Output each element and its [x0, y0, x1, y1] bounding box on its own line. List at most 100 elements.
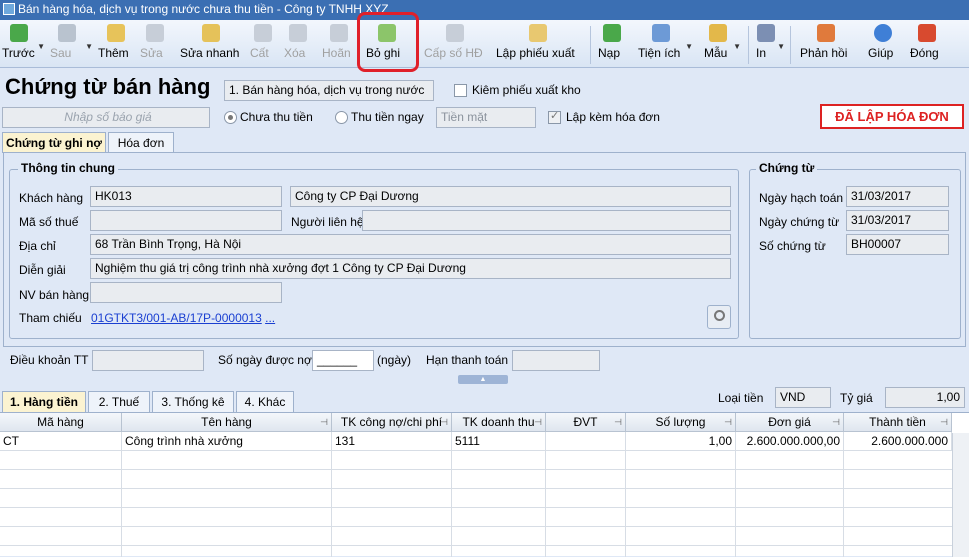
tab-statistics[interactable]: 3. Thống kê	[152, 391, 234, 412]
credit-days-input[interactable]: ______	[312, 350, 374, 371]
customer-code-input[interactable]: HK013	[90, 186, 282, 207]
pin-icon[interactable]: ⊣	[724, 413, 732, 431]
with-invoice-checkbox[interactable]: ✓	[548, 110, 561, 124]
column-header[interactable]: TK doanh thu ⊣	[452, 413, 546, 432]
tab-tax[interactable]: 2. Thuế	[88, 391, 150, 412]
column-header[interactable]: Thành tiền ⊣	[844, 413, 952, 432]
due-date-label: Hạn thanh toán	[426, 353, 509, 367]
posting-date-input[interactable]: 31/03/2017	[846, 186, 949, 207]
prev-button[interactable]: Trước ▼	[2, 22, 45, 66]
sales-staff-input[interactable]	[90, 282, 282, 303]
load-button[interactable]: Nạp	[598, 22, 626, 66]
description-input[interactable]: Nghiệm thu giá trị công trình nhà xưởng …	[90, 258, 731, 279]
contact-input[interactable]	[362, 210, 731, 231]
column-header[interactable]: Tên hàng ⊣	[122, 413, 332, 432]
quote-no-input[interactable]: Nhập số báo giá	[2, 107, 210, 128]
tab-invoice[interactable]: Hóa đơn	[108, 132, 174, 153]
pin-icon[interactable]: ⊣	[534, 413, 542, 431]
add-document-icon	[107, 24, 125, 42]
table-cell[interactable]: 2.600.000.000,00	[736, 432, 844, 451]
chevron-down-icon[interactable]: ▼	[685, 42, 693, 51]
pin-icon[interactable]: ⊣	[940, 413, 948, 431]
voucher-type-select[interactable]: 1. Bán hàng hóa, dịch vụ trong nước	[224, 80, 434, 101]
grid-scrollbar[interactable]	[952, 433, 969, 557]
chevron-down-icon[interactable]: ▼	[777, 42, 785, 51]
table-cell[interactable]: CT	[0, 432, 122, 451]
column-header-label: Tên hàng	[201, 415, 252, 429]
create-export-slip-button[interactable]: Lập phiếu xuất	[496, 22, 580, 66]
paid-radio[interactable]	[335, 111, 348, 124]
table-cell[interactable]: 5111	[452, 432, 546, 451]
help-button[interactable]: Giúp	[868, 22, 898, 66]
magnifier-icon	[714, 310, 725, 321]
column-header[interactable]: ĐVT ⊣	[546, 413, 626, 432]
arrow-left-icon	[10, 24, 28, 42]
edit-button[interactable]: Sửa	[140, 22, 170, 66]
next-button[interactable]: Sau ▼	[50, 22, 93, 66]
chevron-down-icon[interactable]: ▼	[37, 42, 45, 51]
column-header[interactable]: Đơn giá ⊣	[736, 413, 844, 432]
tax-code-label: Mã số thuế	[19, 215, 79, 229]
table-cell[interactable]: 1,00	[626, 432, 736, 451]
print-button[interactable]: In ▼	[756, 22, 785, 66]
tools-icon	[652, 24, 670, 42]
table-cell[interactable]	[546, 432, 626, 451]
voucher-no-input[interactable]: BH00007	[846, 234, 949, 255]
pin-icon[interactable]: ⊣	[440, 413, 448, 431]
payment-terms-input[interactable]	[92, 350, 204, 371]
quick-edit-button[interactable]: Sửa nhanh	[180, 22, 242, 66]
arrow-right-icon	[58, 24, 76, 42]
feedback-button[interactable]: Phản hồi	[800, 22, 852, 66]
toolbar: Trước ▼ Sau ▼ Thêm Sửa Sửa nhanh Cất Xóa…	[0, 20, 969, 68]
sales-staff-label: NV bán hàng	[19, 288, 90, 302]
column-header[interactable]: Mã hàng	[0, 413, 122, 432]
collapse-toggle[interactable]: ▲	[458, 375, 508, 384]
invoice-icon	[446, 24, 464, 42]
tab-goods-money[interactable]: 1. Hàng tiền	[2, 391, 86, 412]
exchange-rate-input[interactable]: 1,00	[885, 387, 965, 408]
search-reference-button[interactable]	[707, 305, 731, 329]
chevron-down-icon[interactable]: ▼	[733, 42, 741, 51]
tab-other[interactable]: 4. Khác	[236, 391, 294, 412]
table-cell[interactable]: Công trình nhà xưởng	[122, 432, 332, 451]
reference-more-link[interactable]: ...	[265, 311, 275, 325]
reference-links: 01GTKT3/001-AB/17P-0000013 ...	[91, 311, 275, 325]
column-header-label: TK doanh thu	[462, 415, 535, 429]
delete-button[interactable]: Xóa	[284, 22, 312, 66]
undo-button[interactable]: Hoãn	[322, 22, 356, 66]
edit-icon	[146, 24, 164, 42]
due-date-input[interactable]	[512, 350, 600, 371]
currency-select[interactable]: VND	[775, 387, 831, 408]
with-invoice-label: Lập kèm hóa đơn	[566, 110, 660, 124]
customer-name-input[interactable]: Công ty CP Đại Dương	[290, 186, 731, 207]
pin-icon[interactable]: ⊣	[832, 413, 840, 431]
toolbar-divider	[748, 26, 749, 64]
empty-rows	[0, 451, 952, 557]
toolbar-divider	[590, 26, 591, 64]
column-header-label: Thành tiền	[869, 415, 926, 429]
template-button[interactable]: Mẫu ▼	[704, 22, 741, 66]
column-header-label: Đơn giá	[768, 415, 811, 429]
chevron-down-icon[interactable]: ▼	[85, 42, 93, 51]
address-label: Địa chỉ	[19, 239, 56, 253]
export-slip-checkbox[interactable]	[454, 84, 467, 97]
pin-icon[interactable]: ⊣	[614, 413, 622, 431]
save-button[interactable]: Cất	[250, 22, 276, 66]
issue-invoice-no-button[interactable]: Cấp số HĐ	[424, 22, 486, 66]
table-cell[interactable]: 2.600.000.000	[844, 432, 952, 451]
paid-radio-label: Thu tiền ngay	[351, 110, 424, 124]
pin-icon[interactable]: ⊣	[320, 413, 328, 431]
tab-debit-voucher[interactable]: Chứng từ ghi nợ	[2, 132, 106, 153]
table-cell[interactable]: 131	[332, 432, 452, 451]
close-button[interactable]: Đóng	[910, 22, 944, 66]
address-input[interactable]: 68 Trần Bình Trọng, Hà Nội	[90, 234, 731, 255]
unpaid-radio[interactable]	[224, 111, 237, 124]
column-header[interactable]: Số lượng ⊣	[626, 413, 736, 432]
voucher-date-input[interactable]: 31/03/2017	[846, 210, 949, 231]
column-header[interactable]: TK công nợ/chi phí ⊣	[332, 413, 452, 432]
reference-link[interactable]: 01GTKT3/001-AB/17P-0000013	[91, 311, 262, 325]
payment-method-select[interactable]: Tiền mặt	[436, 107, 536, 128]
tax-code-input[interactable]	[90, 210, 282, 231]
add-button[interactable]: Thêm	[98, 22, 134, 66]
utilities-button[interactable]: Tiện ích ▼	[638, 22, 693, 66]
